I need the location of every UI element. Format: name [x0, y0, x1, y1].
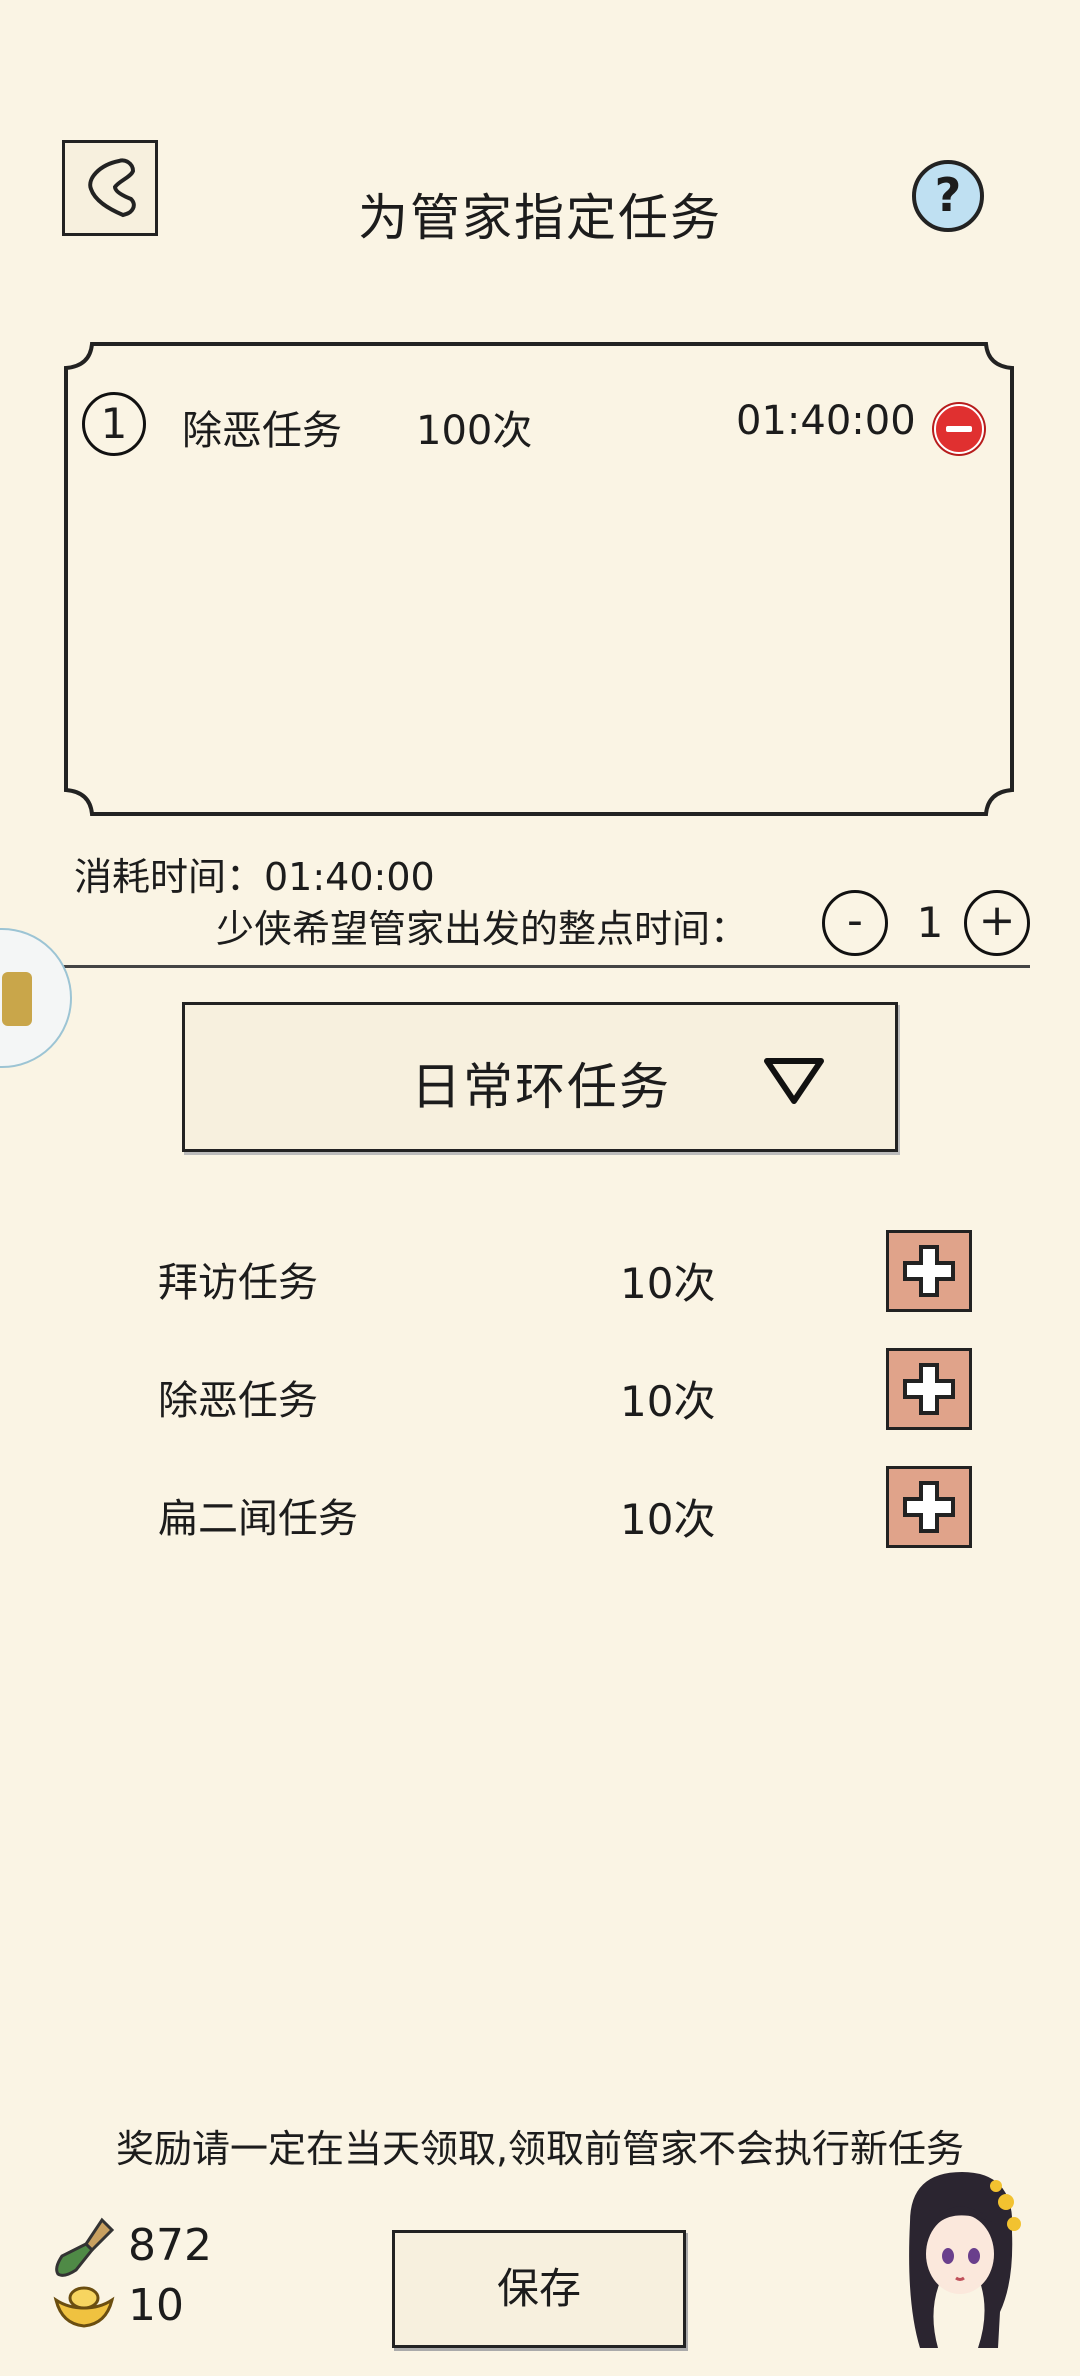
task-name: 扁二闻任务 — [158, 1496, 358, 1542]
selected-task-row: 1 除恶任务 100次 01:40:00 — [82, 392, 984, 458]
shovel-count: 872 — [128, 2220, 212, 2271]
task-category-dropdown[interactable]: 日常环任务 — [182, 1002, 898, 1152]
list-item: 除恶任务 10次 — [0, 1348, 1080, 1438]
shovel-resource: 872 — [52, 2216, 272, 2277]
gold-ingot-icon — [53, 2286, 115, 2328]
plus-icon — [903, 1363, 955, 1415]
task-count: 10次 — [620, 1495, 716, 1544]
shovel-icon — [55, 2217, 115, 2277]
gold-resource: 10 — [52, 2276, 272, 2336]
add-task-button[interactable] — [886, 1230, 972, 1312]
task-name: 除恶任务 — [158, 1378, 318, 1424]
divider — [30, 965, 1030, 968]
add-task-button[interactable] — [886, 1466, 972, 1548]
selected-task-count: 100次 — [416, 408, 533, 454]
remove-task-icon[interactable] — [934, 404, 984, 454]
list-item: 拜访任务 10次 — [0, 1230, 1080, 1320]
departure-hour-value: 1 — [916, 898, 944, 947]
triangle-down-icon — [764, 1058, 824, 1104]
task-count: 10次 — [620, 1259, 716, 1308]
hour-decrease-button[interactable]: - — [822, 890, 888, 956]
gold-count: 10 — [128, 2280, 184, 2331]
save-button[interactable]: 保存 — [392, 2230, 686, 2348]
add-task-button[interactable] — [886, 1348, 972, 1430]
floating-side-tab[interactable] — [0, 928, 72, 1068]
departure-hour-label: 少侠希望管家出发的整点时间： — [216, 907, 749, 951]
help-button[interactable]: ? — [912, 160, 984, 232]
hour-increase-button[interactable]: + — [964, 890, 1030, 956]
side-tab-icon — [2, 972, 32, 1026]
plus-icon — [903, 1481, 955, 1533]
selected-task-time: 01:40:00 — [736, 398, 916, 444]
list-item: 扁二闻任务 10次 — [0, 1466, 1080, 1556]
task-count: 10次 — [620, 1377, 716, 1426]
task-index-badge: 1 — [82, 392, 146, 456]
task-name: 拜访任务 — [158, 1260, 318, 1306]
consume-time-label: 消耗时间：01:40:00 — [74, 855, 435, 899]
dropdown-label: 日常环任务 — [411, 1058, 671, 1116]
selected-task-name: 除恶任务 — [182, 408, 342, 454]
butler-avatar — [909, 2172, 1021, 2348]
plus-icon — [903, 1245, 955, 1297]
